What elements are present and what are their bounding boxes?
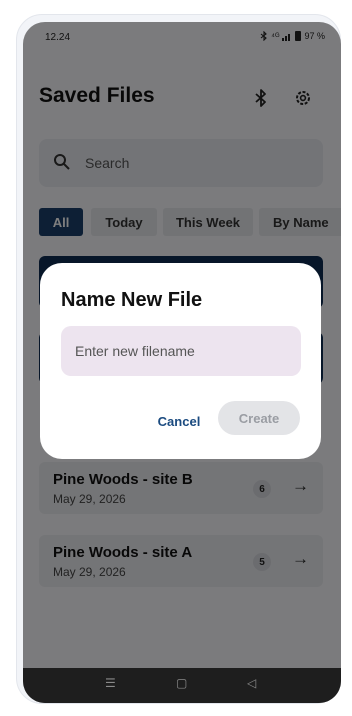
system-nav-bar: ☰ ▢ ◁ [23,668,341,703]
dialog-title: Name New File [61,289,203,311]
home-icon[interactable]: ▢ [176,676,187,690]
cancel-button[interactable]: Cancel [151,409,207,433]
recents-icon[interactable]: ☰ [105,676,116,690]
name-file-dialog: Name New File Cancel Create [40,263,321,459]
back-icon[interactable]: ◁ [247,676,256,690]
create-button[interactable]: Create [218,401,300,435]
filename-input[interactable] [61,326,301,376]
app-screen: 12.24 ⁴ᴳ 97 % Saved Files Search All Tod… [23,22,341,703]
